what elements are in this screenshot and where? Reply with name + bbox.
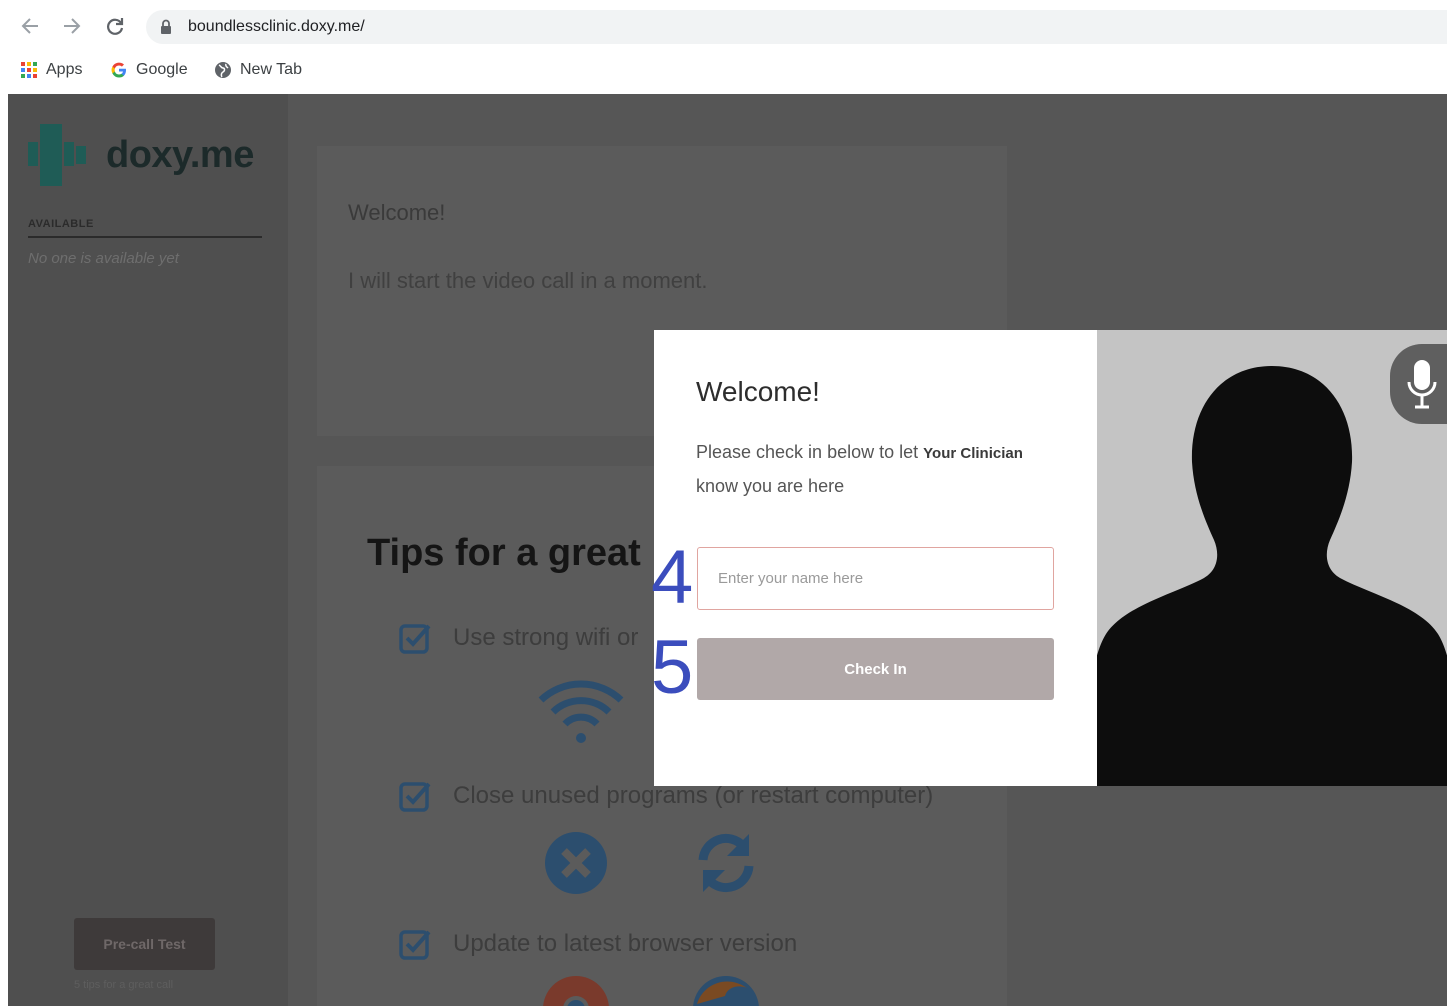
- reload-icon[interactable]: [101, 12, 129, 40]
- modal-instructions: Please check in below to let Your Clinic…: [696, 436, 1076, 502]
- bookmark-label: New Tab: [240, 61, 302, 78]
- logo-text: doxy.me: [106, 133, 254, 176]
- tips-title: Tips for a great call: [367, 532, 649, 574]
- modal-text-before: Please check in below to let: [696, 442, 919, 462]
- tip-label: Close unused programs (or restart comput…: [453, 782, 934, 809]
- annotation-step-4: 4: [651, 535, 694, 620]
- tip-label: Update to latest browser version: [453, 930, 798, 957]
- annotation-step-5: 5: [651, 625, 694, 710]
- check-in-modal: Welcome! Please check in below to let Yo…: [654, 330, 1097, 786]
- bookmark-apps[interactable]: Apps: [20, 58, 82, 82]
- back-arrow-icon[interactable]: [16, 12, 44, 40]
- check-in-button[interactable]: Check In: [697, 638, 1054, 700]
- bookmark-google[interactable]: Google: [110, 58, 188, 82]
- tip-item: Use strong wifi or: [399, 622, 638, 654]
- name-input[interactable]: [697, 547, 1054, 610]
- address-bar[interactable]: boundlessclinic.doxy.me/: [146, 10, 1447, 44]
- browser-toolbar: boundlessclinic.doxy.me/: [0, 0, 1447, 52]
- url-text: boundlessclinic.doxy.me/: [188, 18, 365, 35]
- globe-icon: [214, 61, 232, 79]
- bookmark-label: Apps: [46, 61, 83, 78]
- divider: [28, 236, 262, 238]
- lock-icon: [160, 19, 172, 40]
- available-heading: AVAILABLE: [28, 218, 94, 230]
- welcome-card-title: Welcome!: [348, 200, 446, 225]
- refresh-icon: [698, 833, 754, 893]
- microphone-icon: [1407, 360, 1437, 409]
- available-empty-text: No one is available yet: [28, 250, 179, 267]
- firefox-icon: [693, 976, 759, 1006]
- checkbox-checked-icon: [399, 624, 431, 654]
- clinician-name: Your Clinician: [923, 445, 1023, 462]
- checkbox-checked-icon: [399, 930, 431, 960]
- chrome-icon: [543, 976, 609, 1006]
- wifi-icon: [538, 680, 624, 743]
- close-circle-icon: [545, 832, 607, 894]
- doxy-logo-icon: [28, 124, 86, 186]
- modal-title: Welcome!: [696, 376, 820, 407]
- tip-label: Use strong wifi or: [453, 624, 639, 651]
- forward-arrow-icon[interactable]: [58, 12, 86, 40]
- bookmark-new-tab[interactable]: New Tab: [214, 58, 302, 82]
- doxy-logo: doxy.me: [28, 120, 254, 190]
- google-g-icon: [110, 61, 128, 79]
- sidebar: doxy.me AVAILABLE No one is available ye…: [8, 94, 288, 1006]
- precall-test-button[interactable]: Pre-call Test: [74, 918, 215, 970]
- microphone-button[interactable]: [1390, 344, 1447, 424]
- bookmarks-bar: Apps Google New Tab: [0, 52, 1447, 88]
- welcome-card-message: I will start the video call in a moment.: [348, 268, 708, 293]
- modal-text-after: know you are here: [696, 476, 845, 496]
- checkbox-checked-icon: [399, 782, 431, 812]
- tip-item: Update to latest browser version: [399, 928, 797, 960]
- apps-grid-icon: [20, 61, 38, 79]
- tips-link[interactable]: 5 tips for a great call: [74, 979, 173, 991]
- bookmark-label: Google: [136, 61, 188, 78]
